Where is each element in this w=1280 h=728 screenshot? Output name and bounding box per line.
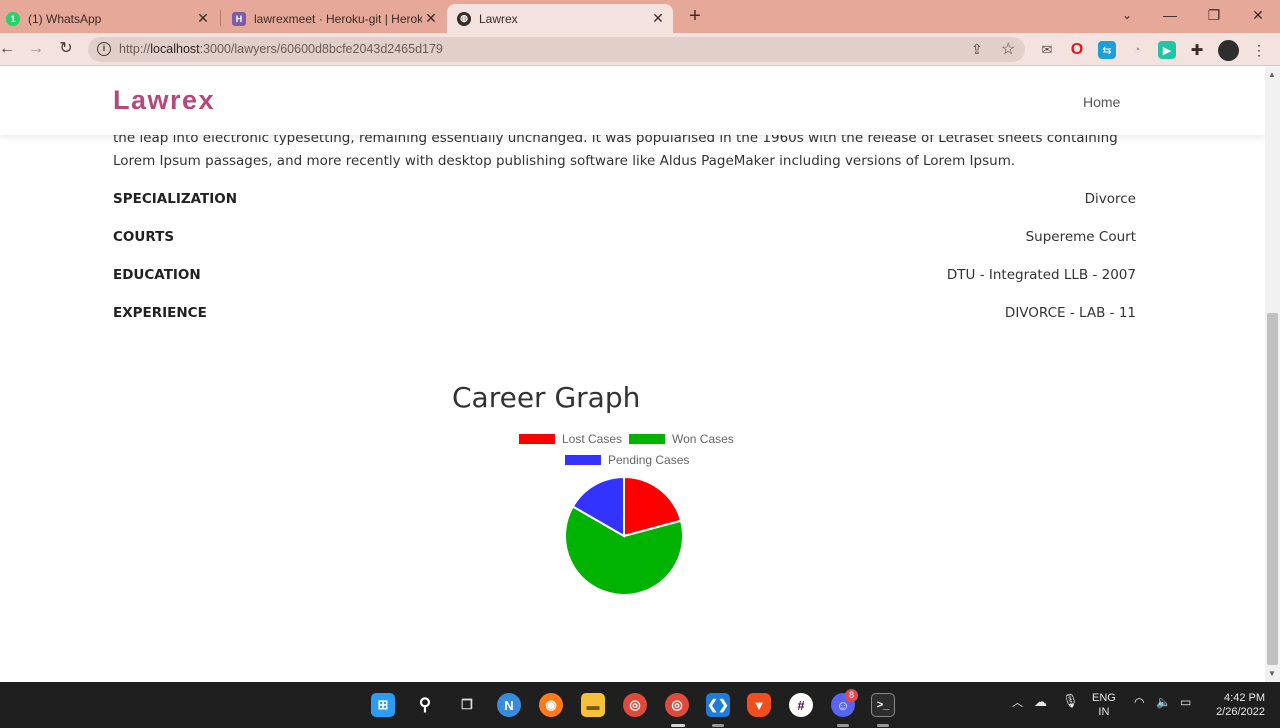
tab-search-icon[interactable]: ⌄ — [1107, 4, 1147, 26]
clock-date: 2/26/2022 — [1216, 706, 1265, 718]
opera-extension-icon[interactable]: O — [1068, 41, 1086, 59]
legend-swatch — [629, 434, 665, 444]
clock-time: 4:42 PM — [1224, 692, 1265, 704]
terminal-icon[interactable]: >_ — [871, 693, 895, 717]
scroll-down-icon[interactable]: ▼ — [1268, 669, 1276, 678]
courts-row: COURTS Supereme Court — [113, 229, 1136, 251]
nav-home-link[interactable]: Home — [1083, 94, 1120, 110]
mail-extension-icon[interactable]: ✉ — [1038, 41, 1056, 59]
close-icon[interactable]: ✕ — [422, 10, 440, 27]
firefox-icon[interactable]: ◉ — [539, 693, 563, 717]
tab-strip: 1 (1) WhatsApp ✕ H lawrexmeet · Heroku-g… — [0, 0, 1280, 33]
chrome-active-icon[interactable]: ◎ — [665, 693, 689, 717]
file-explorer-icon[interactable]: ▬ — [581, 693, 605, 717]
minimize-button[interactable]: — — [1150, 4, 1190, 26]
browser-toolbar: ← → ↻ i http://localhost:3000/lawyers/60… — [0, 33, 1280, 66]
row-label: EXPERIENCE — [113, 305, 207, 321]
window-close-button[interactable]: ✕ — [1238, 4, 1278, 26]
share-icon[interactable]: ⇪ — [971, 41, 983, 58]
legend-swatch — [519, 434, 555, 444]
language-indicator[interactable]: ENG IN — [1092, 691, 1116, 719]
education-row: EDUCATION DTU - Integrated LLB - 2007 — [113, 267, 1136, 289]
page-viewport: the leap into electronic typesetting, re… — [0, 67, 1265, 682]
row-label: EDUCATION — [113, 267, 201, 283]
chrome-icon[interactable]: ◎ — [623, 693, 647, 717]
row-value: DTU - Integrated LLB - 2007 — [946, 267, 1136, 283]
lang-bottom: IN — [1098, 706, 1110, 718]
extension-icon[interactable]: ◔ — [1128, 41, 1146, 59]
url-text[interactable]: http://localhost:3000/lawyers/60600d8bcf… — [119, 42, 443, 56]
tab-whatsapp[interactable]: 1 (1) WhatsApp ✕ — [0, 4, 218, 33]
tab-title: Lawrex — [479, 11, 518, 26]
search-icon[interactable]: ⚲ — [413, 693, 437, 717]
legend-lost[interactable]: Lost Cases — [519, 432, 622, 446]
running-indicator — [837, 724, 849, 727]
vscode-icon[interactable]: ❮❯ — [706, 693, 730, 717]
legend-pending[interactable]: Pending Cases — [565, 453, 689, 467]
whatsapp-icon: 1 — [6, 11, 20, 26]
brave-icon[interactable]: ▼ — [747, 693, 771, 717]
puzzle-extensions-icon[interactable]: ✚ — [1188, 41, 1206, 59]
extension-icon[interactable]: ▶ — [1158, 41, 1176, 59]
scrollbar-thumb[interactable] — [1267, 313, 1278, 665]
tab-separator — [220, 10, 221, 26]
heroku-icon: H — [232, 11, 246, 26]
lang-top: ENG — [1092, 692, 1116, 704]
new-tab-button[interactable]: + — [684, 5, 706, 27]
forward-button[interactable]: → — [25, 38, 47, 60]
battery-icon[interactable]: ▭ — [1180, 695, 1191, 709]
microphone-icon[interactable]: 🎙 — [1062, 694, 1079, 708]
tab-title: lawrexmeet · Heroku-git | Heroku — [254, 11, 422, 26]
slack-icon[interactable]: # — [789, 693, 813, 717]
legend-swatch — [565, 455, 601, 465]
running-indicator — [712, 724, 724, 727]
tab-title: (1) WhatsApp — [28, 11, 102, 26]
row-label: COURTS — [113, 229, 175, 245]
tab-heroku[interactable]: H lawrexmeet · Heroku-git | Heroku ✕ — [224, 4, 446, 33]
row-value: Supereme Court — [1025, 229, 1136, 245]
task-view-icon[interactable]: ❐ — [455, 693, 479, 717]
active-indicator — [671, 724, 685, 727]
bookmark-star-icon[interactable]: ☆ — [1001, 39, 1015, 59]
close-icon[interactable]: ✕ — [649, 10, 667, 27]
site-logo[interactable]: Lawrex — [113, 85, 215, 116]
wifi-icon[interactable]: ◠ — [1134, 695, 1144, 709]
page-scrollbar[interactable]: ▲ ▼ — [1265, 67, 1280, 682]
experience-row: EXPERIENCE DIVORCE - LAB - 11 — [113, 305, 1136, 327]
menu-icon[interactable]: ⋮ — [1250, 41, 1268, 59]
info-icon[interactable]: i — [97, 42, 111, 56]
chart-title: Career Graph — [452, 381, 641, 414]
site-navbar: Lawrex Home — [0, 67, 1265, 135]
address-bar[interactable]: i http://localhost:3000/lawyers/60600d8b… — [88, 37, 1025, 62]
legend-won[interactable]: Won Cases — [629, 432, 734, 446]
close-icon[interactable]: ✕ — [194, 10, 212, 27]
row-label: SPECIALIZATION — [113, 191, 238, 207]
tab-lawrex[interactable]: ◍ Lawrex ✕ — [447, 4, 673, 33]
clock[interactable]: 4:42 PM 2/26/2022 — [1207, 691, 1265, 719]
avatar[interactable] — [1218, 40, 1239, 61]
scroll-up-icon[interactable]: ▲ — [1268, 70, 1276, 79]
legend-label: Pending Cases — [608, 453, 690, 467]
back-button[interactable]: ← — [0, 38, 18, 60]
windows-start-icon[interactable]: ⊞ — [371, 693, 395, 717]
reload-button[interactable]: ↻ — [55, 38, 77, 60]
taskbar: ⊞ ⚲ ❐ N ◉ ▬ ◎ ◎ ❮❯ ▼ # ☺ 8 >_ ︿ ☁ 🎙 ENG … — [0, 682, 1280, 728]
running-indicator — [877, 724, 889, 727]
volume-icon[interactable]: 🔈 — [1156, 695, 1171, 709]
globe-icon: ◍ — [457, 11, 471, 26]
onedrive-icon[interactable]: ☁ — [1034, 695, 1047, 709]
restore-button[interactable]: ❐ — [1194, 4, 1234, 26]
row-value: DIVORCE - LAB - 11 — [1004, 305, 1136, 321]
translate-extension-icon[interactable]: ⇆ — [1098, 41, 1116, 59]
legend-label: Lost Cases — [562, 432, 623, 446]
legend-label: Won Cases — [672, 432, 734, 446]
career-pie-chart[interactable] — [560, 472, 688, 600]
specialization-row: SPECIALIZATION Divorce — [113, 191, 1136, 213]
chrome-profile-icon[interactable]: N — [497, 693, 521, 717]
tray-overflow-icon[interactable]: ︿ — [1012, 696, 1023, 710]
row-value: Divorce — [1084, 191, 1136, 207]
notification-badge: 8 — [845, 689, 858, 702]
